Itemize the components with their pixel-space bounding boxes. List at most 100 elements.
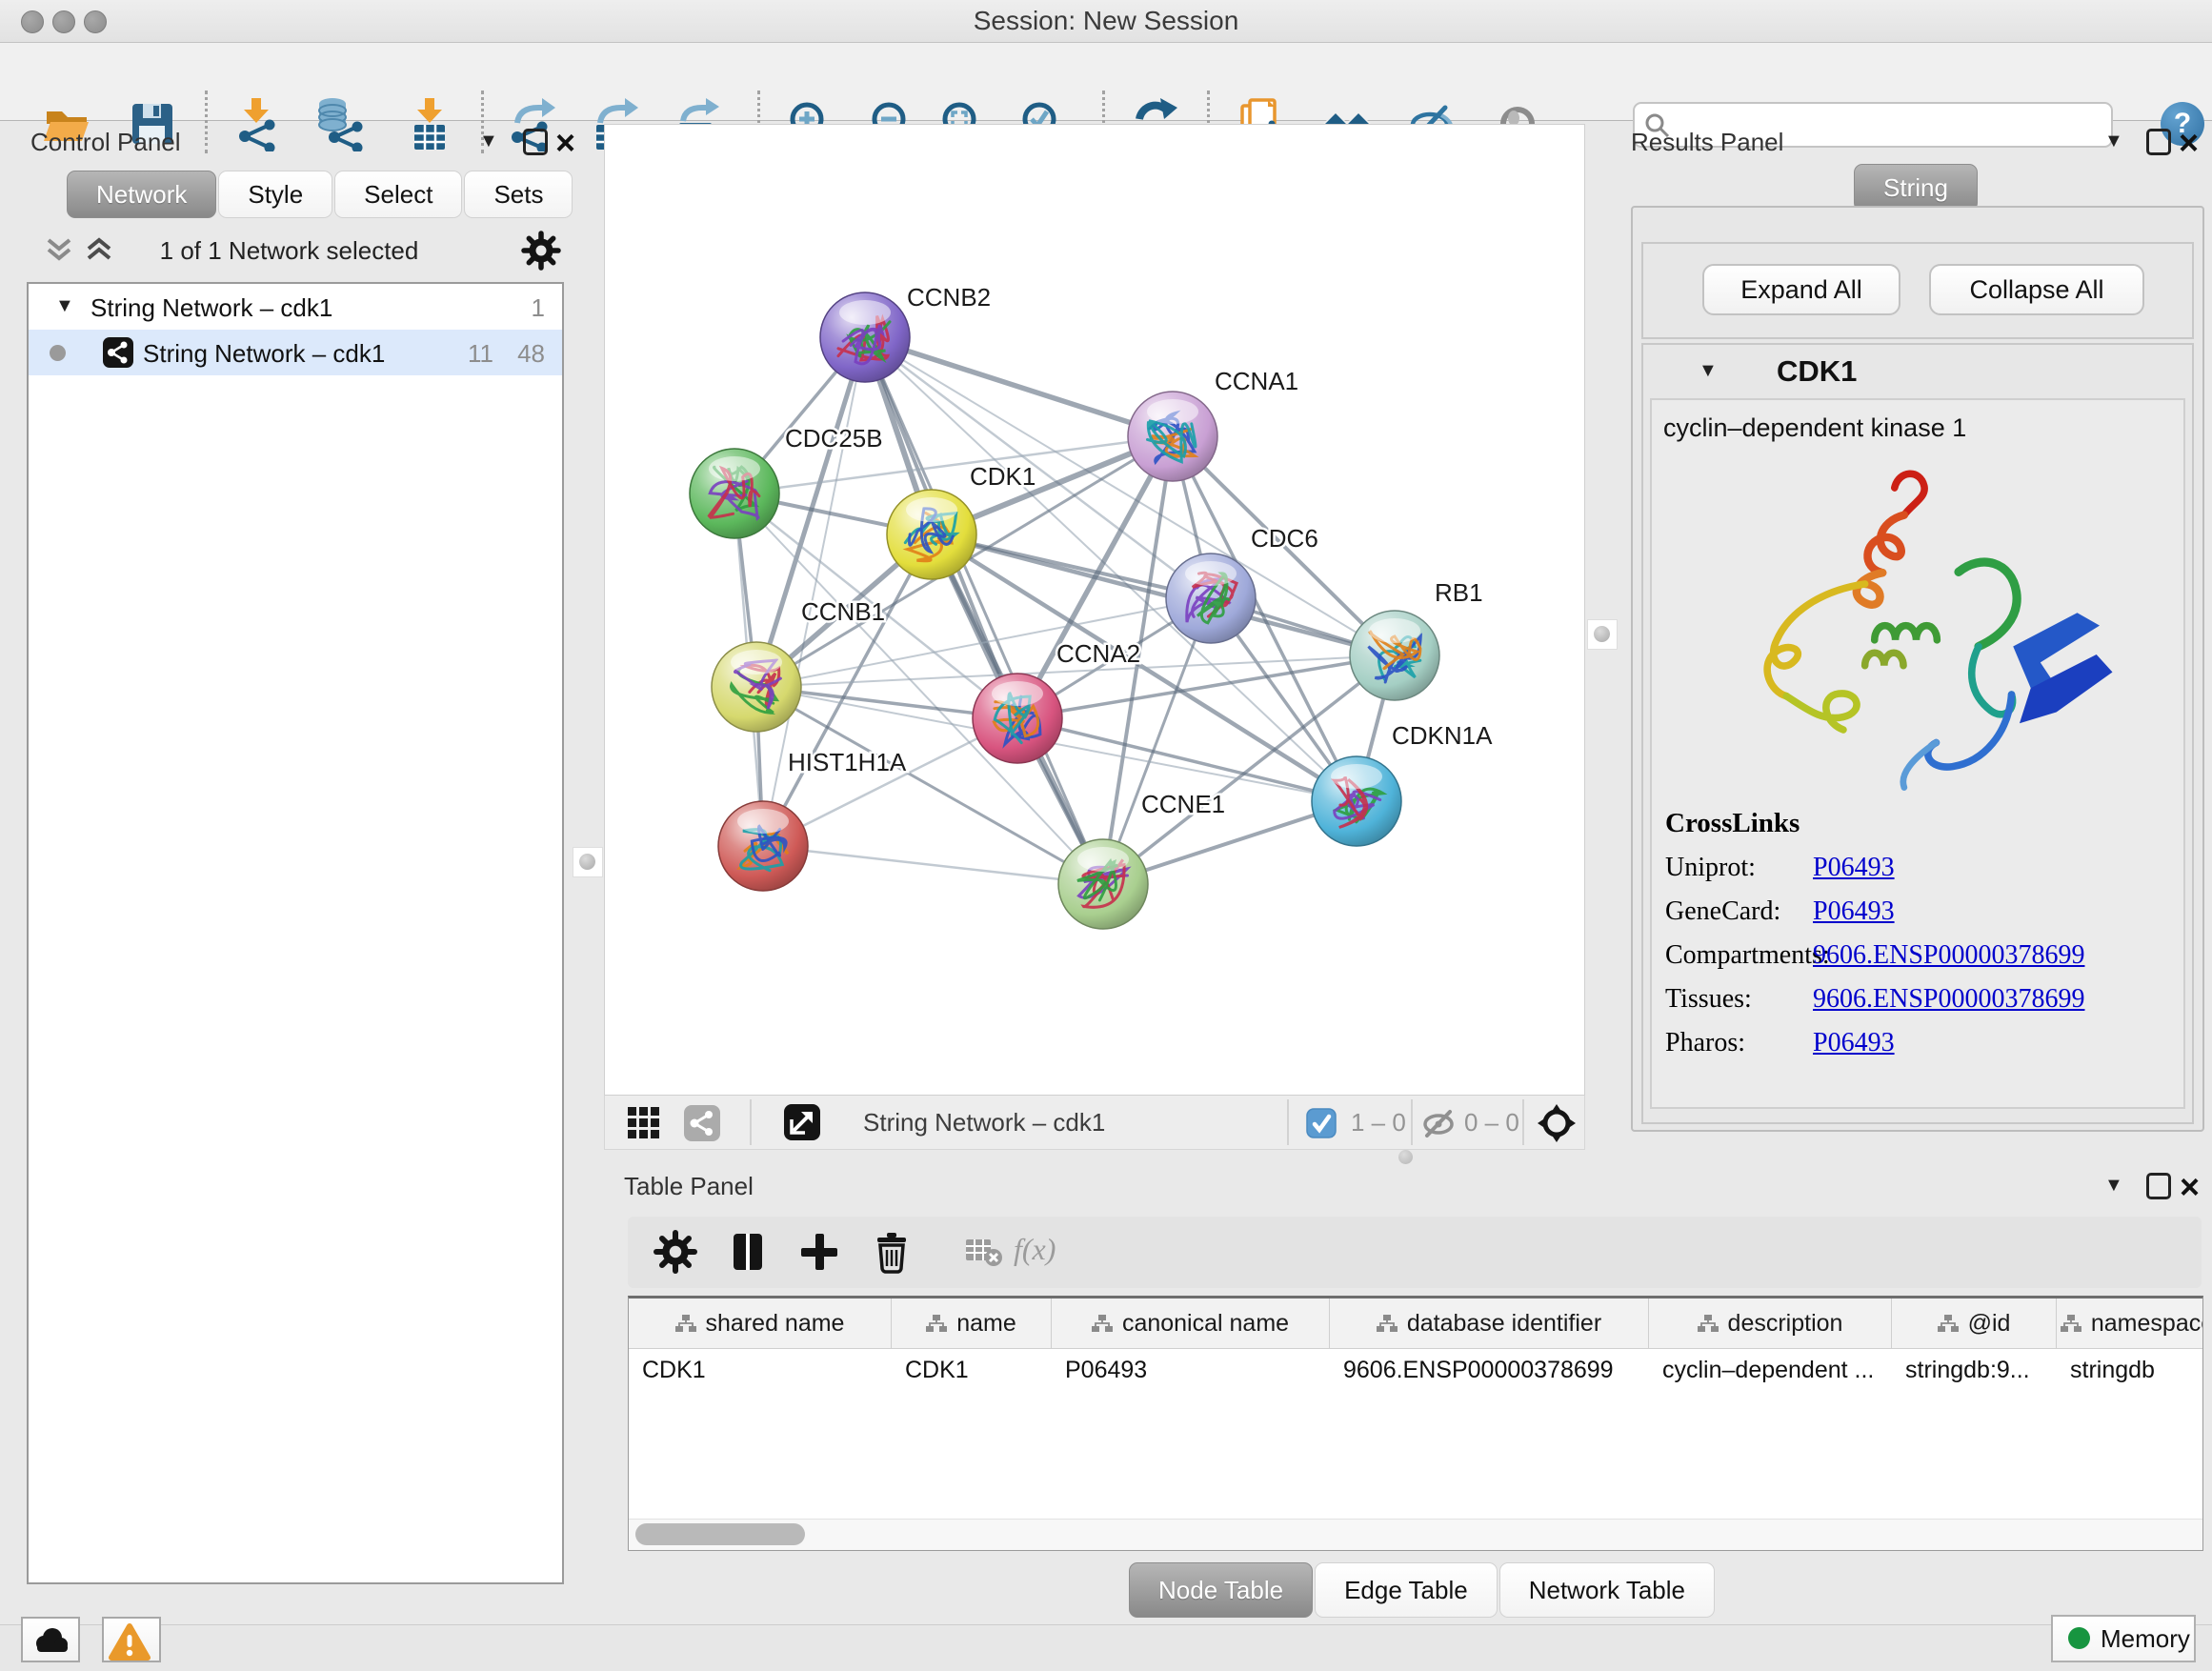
column-header-id[interactable]: @id (1892, 1299, 2057, 1348)
network-options-gear-icon[interactable] (521, 231, 561, 271)
table-panel: Table Panel ▼ × f(x) shared namenamecano… (610, 1155, 2212, 1623)
table-row[interactable]: CDK1CDK1P064939606.ENSP00000378699cyclin… (629, 1349, 2202, 1393)
tab-style[interactable]: Style (218, 171, 332, 218)
control-panel-title: Control Panel (30, 128, 181, 157)
tab-string[interactable]: String (1854, 164, 1978, 211)
create-column-plus-icon[interactable] (797, 1230, 841, 1274)
collapse-panel-icon[interactable]: ▼ (2104, 131, 2123, 152)
birds-eye-view-icon[interactable] (1537, 1103, 1577, 1143)
tab-select[interactable]: Select (334, 171, 462, 218)
column-header-shared-name[interactable]: shared name (629, 1299, 892, 1348)
crosslink-link[interactable]: P06493 (1813, 1028, 1895, 1057)
close-panel-icon[interactable]: × (2180, 1173, 2200, 1201)
horizontal-scrollbar[interactable] (629, 1519, 2202, 1550)
left-splitter-handle[interactable] (573, 847, 603, 877)
network-node[interactable] (1058, 839, 1148, 929)
hidden-eye-slash-icon (1420, 1108, 1457, 1138)
network-edge[interactable] (865, 337, 1173, 436)
crosslink-source-label: Uniprot: (1665, 853, 1813, 883)
expand-all-button[interactable]: Expand All (1702, 264, 1900, 315)
network-node[interactable] (973, 674, 1062, 763)
network-node[interactable] (712, 642, 801, 732)
edge-count: 48 (517, 339, 545, 369)
column-header-name[interactable]: name (892, 1299, 1052, 1348)
table-cell-namespace: stringdb (2057, 1349, 2203, 1393)
float-panel-icon[interactable] (2146, 129, 2171, 155)
network-collection-label: String Network – cdk1 (90, 293, 332, 323)
cloud-status-button[interactable] (21, 1617, 80, 1662)
crosslink-link[interactable]: P06493 (1813, 853, 1895, 882)
show-columns-icon[interactable] (726, 1230, 770, 1274)
tree-expand-icon[interactable]: ▼ (55, 295, 74, 317)
collapse-all-button[interactable]: Collapse All (1929, 264, 2144, 315)
crosslink-link[interactable]: 9606.ENSP00000378699 (1813, 984, 2084, 1014)
share-view-icon[interactable] (684, 1105, 720, 1141)
memory-button[interactable]: Memory (2051, 1615, 2196, 1662)
grid-view-icon[interactable] (626, 1105, 662, 1141)
table-cell-name: CDK1 (892, 1349, 1052, 1393)
float-panel-icon[interactable] (2146, 1173, 2171, 1199)
network-node[interactable] (1350, 611, 1439, 700)
tab-network[interactable]: Network (67, 171, 216, 218)
network-node[interactable] (1128, 392, 1217, 481)
column-hierarchy-icon (1698, 1314, 1719, 1333)
network-node[interactable] (887, 490, 976, 579)
network-node[interactable] (718, 801, 808, 891)
network-row-selected[interactable]: String Network – cdk1 11 48 (29, 330, 562, 375)
network-edge[interactable] (763, 846, 1103, 884)
warning-status-button[interactable] (102, 1617, 161, 1662)
gene-section-header[interactable]: ▼ CDK1 (1643, 345, 2192, 398)
network-node[interactable] (1166, 554, 1256, 643)
column-header-label: canonical name (1122, 1310, 1289, 1338)
scrollbar-thumb[interactable] (635, 1523, 805, 1545)
tab-network-table[interactable]: Network Table (1499, 1562, 1715, 1618)
window-title: Session: New Session (0, 0, 2212, 42)
column-header-namespace[interactable]: namespace (2057, 1299, 2203, 1348)
tab-node-table[interactable]: Node Table (1129, 1562, 1313, 1618)
crosslink-link[interactable]: 9606.ENSP00000378699 (1813, 940, 2084, 970)
column-header-label: namespace (2091, 1310, 2203, 1338)
network-node[interactable] (1312, 756, 1401, 846)
column-header-database-identifier[interactable]: database identifier (1330, 1299, 1649, 1348)
bottom-splitter-handle[interactable] (1398, 1150, 1413, 1164)
column-header-description[interactable]: description (1649, 1299, 1892, 1348)
results-panel: Results Panel ▼ × String Expand All Coll… (1620, 124, 2212, 1134)
delete-column-trash-icon[interactable] (870, 1230, 914, 1274)
crosslink-link[interactable]: P06493 (1813, 896, 1895, 926)
gene-collapse-icon[interactable]: ▼ (1699, 360, 1718, 382)
table-options-gear-icon[interactable] (654, 1230, 697, 1274)
column-header-canonical-name[interactable]: canonical name (1052, 1299, 1330, 1348)
close-panel-icon[interactable]: × (2179, 129, 2199, 157)
node-count: 11 (468, 339, 493, 369)
results-panel-title: Results Panel (1631, 128, 1783, 157)
network-edge[interactable] (932, 534, 1395, 655)
network-collection-row[interactable]: ▼ String Network – cdk1 1 (29, 284, 562, 330)
delete-table-icon[interactable] (962, 1230, 1006, 1274)
network-canvas[interactable]: CCNB2CCNA1CDC25BCDK1CDC6RB1CCNB1CCNA2CDK… (604, 124, 1585, 1096)
right-splitter-handle[interactable] (1587, 619, 1618, 650)
table-panel-title: Table Panel (624, 1172, 754, 1201)
network-view-toolbar: String Network – cdk1 1 – 0 0 – 0 (604, 1095, 1585, 1150)
node-label: CCNB2 (907, 283, 991, 312)
application-window: Session: New Session (0, 0, 2212, 1671)
network-node[interactable] (690, 449, 779, 538)
float-panel-icon[interactable] (523, 129, 548, 155)
string-results-box: Expand All Collapse All ▼ CDK1 cyclin–de… (1631, 206, 2204, 1132)
node-label: CDC25B (785, 424, 883, 453)
collapse-panel-icon[interactable]: ▼ (2104, 1175, 2123, 1197)
tab-sets[interactable]: Sets (464, 171, 573, 218)
close-panel-icon[interactable]: × (555, 129, 575, 157)
open-in-new-window-icon[interactable] (784, 1104, 820, 1140)
tab-edge-table[interactable]: Edge Table (1315, 1562, 1498, 1618)
selected-checkbox-icon[interactable] (1306, 1108, 1337, 1138)
column-hierarchy-icon (926, 1314, 947, 1333)
toolbar-divider (750, 1099, 752, 1145)
table-cell-description: cyclin–dependent ... (1649, 1349, 1892, 1393)
collapse-panel-icon[interactable]: ▼ (479, 131, 498, 152)
table-cell-shared-name: CDK1 (629, 1349, 892, 1393)
crosslink-row: Tissues:9606.ENSP00000378699 (1665, 984, 2084, 1015)
memory-status-dot (2068, 1627, 2090, 1649)
network-edge[interactable] (865, 337, 1103, 884)
network-node[interactable] (820, 292, 910, 382)
table-header-row: shared namename canonical name database id… (629, 1299, 2202, 1349)
